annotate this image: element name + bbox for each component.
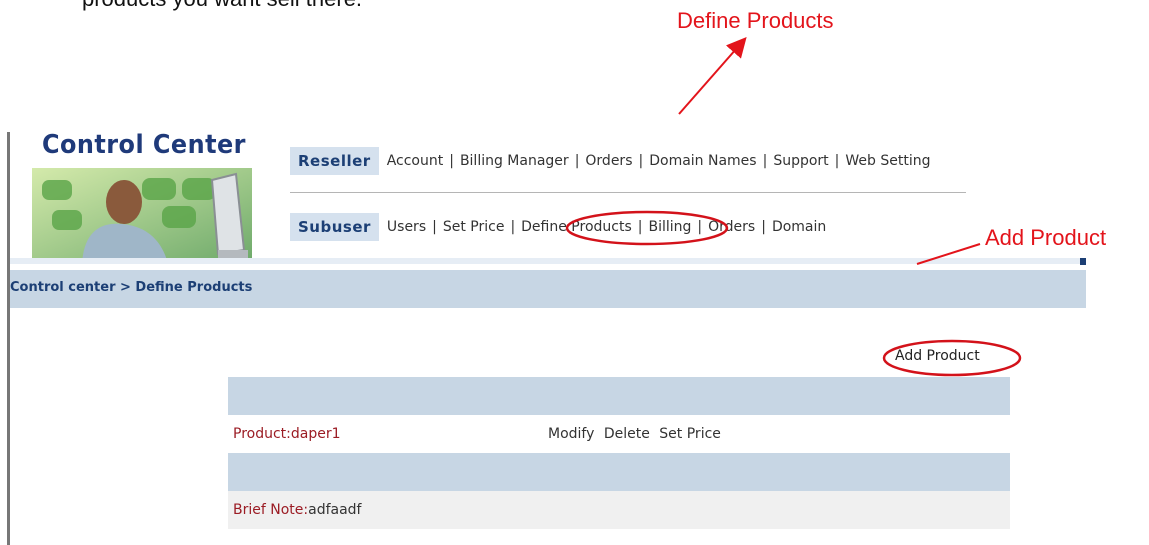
define-products-arrow-icon <box>678 36 747 115</box>
annotation-overlay <box>565 36 1022 377</box>
add-product-pointer-line <box>916 243 981 265</box>
define-products-highlight-ellipse <box>565 210 729 246</box>
add-product-highlight-ellipse <box>882 339 1022 377</box>
